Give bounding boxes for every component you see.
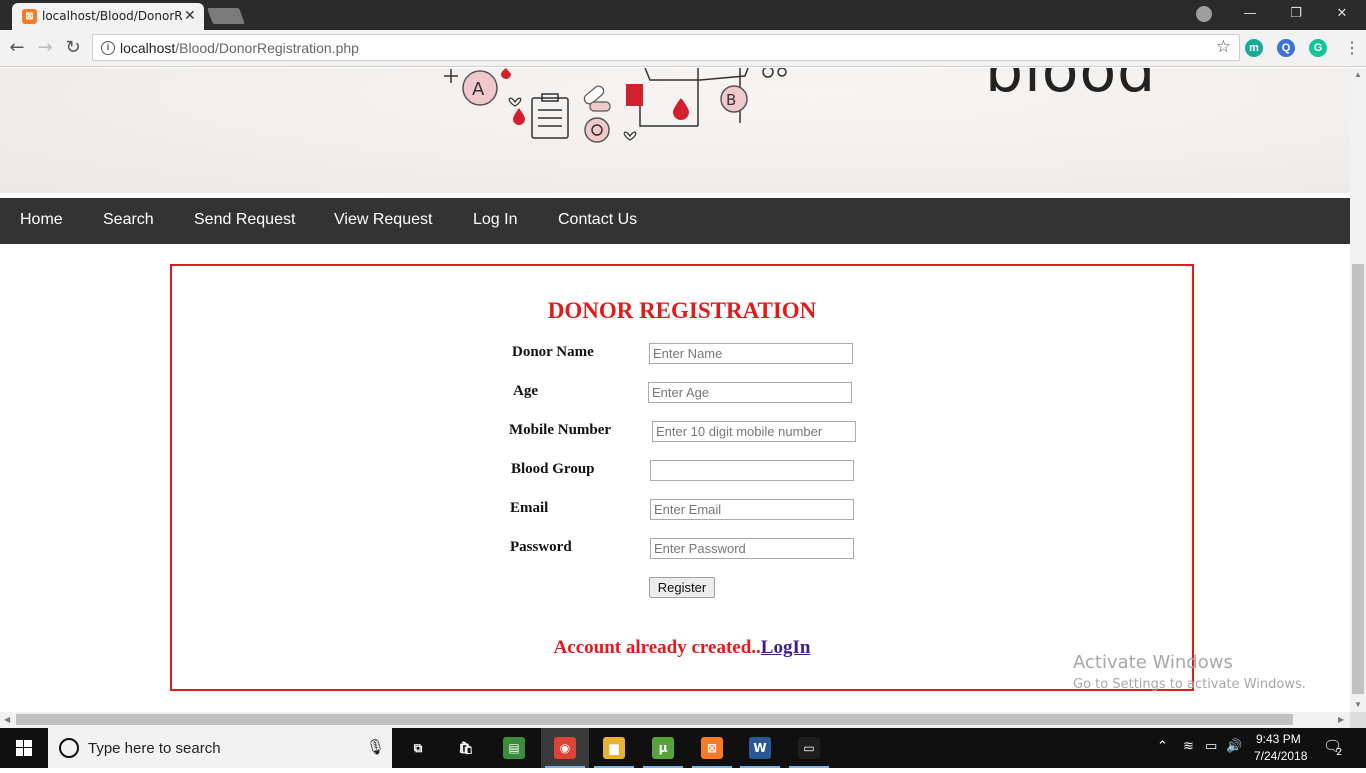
site-info-icon[interactable]: i <box>101 41 115 55</box>
utorrent-button[interactable]: µ <box>639 728 687 768</box>
blood-group-label: Blood Group <box>511 461 595 477</box>
scroll-left-arrow-icon[interactable]: ◀ <box>4 715 10 724</box>
donor-registration-form: DONOR REGISTRATION Donor Name Age Mobile… <box>170 264 1194 691</box>
taskbar-search-placeholder: Type here to search <box>88 740 221 757</box>
scroll-up-arrow-icon[interactable]: ▲ <box>1354 70 1362 79</box>
forward-arrow-icon[interactable]: → <box>34 37 56 59</box>
page-viewport: A B blood Home Search Send Request View … <box>0 68 1350 712</box>
grammarly-icon[interactable]: G <box>1309 39 1327 57</box>
nav-contact-us-link[interactable]: Contact Us <box>558 211 637 229</box>
horizontal-scrollbar[interactable]: ◀ ▶ <box>0 712 1350 728</box>
activate-windows-subtitle: Go to Settings to activate Windows. <box>1073 677 1306 692</box>
tab-close-icon[interactable]: ✕ <box>184 7 196 24</box>
mobile-number-label: Mobile Number <box>509 422 612 438</box>
new-tab-button[interactable] <box>207 8 245 24</box>
nav-login-link[interactable]: Log In <box>473 211 517 229</box>
mysql-button[interactable]: ▭ <box>785 728 833 768</box>
xampp-favicon-icon: ⊠ <box>22 9 37 24</box>
svg-text:B: B <box>726 91 736 109</box>
nav-send-request-link[interactable]: Send Request <box>194 211 295 229</box>
scrollbar-corner <box>1350 712 1366 728</box>
microphone-icon[interactable]: 🎙 <box>366 738 385 756</box>
clock-time[interactable]: 9:43 PM <box>1256 732 1301 746</box>
url-host: localhost <box>120 40 176 56</box>
nav-search-link[interactable]: Search <box>103 211 154 229</box>
password-label: Password <box>510 539 572 555</box>
address-bar[interactable]: i localhost/Blood/DonorRegistration.php … <box>92 34 1240 61</box>
form-title: DONOR REGISTRATION <box>547 298 817 323</box>
utorrent-icon: µ <box>652 737 674 759</box>
clock-date[interactable]: 7/24/2018 <box>1254 749 1307 763</box>
url-text: localhost/Blood/DonorRegistration.php <box>120 40 359 56</box>
close-window-button[interactable]: ✕ <box>1319 3 1365 25</box>
main-nav-bar: Home Search Send Request View Request Lo… <box>0 198 1350 244</box>
browser-tab-active[interactable]: ⊠ localhost/Blood/DonorRe ✕ <box>12 3 204 30</box>
file-explorer-button[interactable]: ▆ <box>590 728 638 768</box>
restore-button[interactable]: ❐ <box>1273 3 1319 25</box>
bookmark-star-icon[interactable]: ☆ <box>1216 37 1231 57</box>
tray-chevron-icon[interactable]: ⌃ <box>1157 739 1168 754</box>
nav-home-link[interactable]: Home <box>20 211 63 229</box>
login-link[interactable]: LogIn <box>761 637 811 658</box>
vertical-scrollbar[interactable]: ▲ ▼ <box>1350 68 1366 712</box>
windows-taskbar: Type here to search 🎙 ⧉ 🛍 ▤ ◉ ▆ µ ⊠ W ▭ … <box>0 728 1366 768</box>
network-icon[interactable]: ≋ <box>1183 739 1194 754</box>
reload-icon[interactable]: ↻ <box>62 37 84 59</box>
blood-group-input[interactable] <box>650 460 854 481</box>
cortana-icon <box>59 738 79 758</box>
back-arrow-icon[interactable]: ← <box>6 37 28 59</box>
windows-logo-icon <box>16 740 32 756</box>
vertical-scroll-thumb[interactable] <box>1352 264 1364 694</box>
volume-icon[interactable]: 🔊 <box>1226 739 1242 754</box>
chart-app-icon: ▤ <box>503 737 525 759</box>
donor-name-label: Donor Name <box>512 344 594 360</box>
horizontal-scroll-thumb[interactable] <box>16 714 1293 725</box>
chrome-menu-icon[interactable]: ⋮ <box>1344 38 1360 58</box>
mobile-number-input[interactable] <box>652 421 856 442</box>
xampp-button[interactable]: ⊠ <box>688 728 736 768</box>
age-input[interactable] <box>648 382 852 403</box>
notification-count: 2 <box>1336 747 1343 758</box>
browser-toolbar: ← → ↻ i localhost/Blood/DonorRegistratio… <box>0 30 1366 67</box>
store-button[interactable]: 🛍 <box>442 728 490 768</box>
activate-windows-title: Activate Windows <box>1073 652 1233 673</box>
tab-title: localhost/Blood/DonorRe <box>42 9 182 23</box>
account-created-label: Account already created.. <box>553 637 761 658</box>
email-input[interactable] <box>650 499 854 520</box>
password-input[interactable] <box>650 538 854 559</box>
file-explorer-icon: ▆ <box>603 737 625 759</box>
age-label: Age <box>513 383 538 399</box>
banner-logo-text: blood <box>985 68 1157 106</box>
donor-name-input[interactable] <box>649 343 853 364</box>
task-view-button[interactable]: ⧉ <box>394 728 442 768</box>
task-view-icon: ⧉ <box>407 737 429 759</box>
xampp-icon: ⊠ <box>701 737 723 759</box>
chrome-taskbar-button[interactable]: ◉ <box>541 728 589 768</box>
url-path: /Blood/DonorRegistration.php <box>175 40 359 56</box>
word-button[interactable]: W <box>736 728 784 768</box>
minimize-button[interactable]: — <box>1227 3 1273 25</box>
register-button[interactable]: Register <box>649 577 715 598</box>
word-icon: W <box>749 737 771 759</box>
m-extension-icon[interactable]: m <box>1245 39 1263 57</box>
mysql-icon: ▭ <box>798 737 820 759</box>
chart-app-button[interactable]: ▤ <box>490 728 538 768</box>
header-banner: A B blood <box>0 68 1350 193</box>
action-center-icon[interactable]: 🗨2 <box>1323 737 1348 758</box>
battery-icon[interactable]: ▭ <box>1205 739 1217 754</box>
profile-icon[interactable] <box>1196 6 1212 22</box>
email-label: Email <box>510 500 549 516</box>
scroll-right-arrow-icon[interactable]: ▶ <box>1338 715 1344 724</box>
chrome-icon: ◉ <box>554 737 576 759</box>
start-button[interactable] <box>0 728 48 768</box>
taskbar-search-box[interactable]: Type here to search 🎙 <box>48 728 392 768</box>
scroll-down-arrow-icon[interactable]: ▼ <box>1354 700 1362 709</box>
account-already-created-text: Account already created..LogIn <box>172 637 1192 659</box>
store-icon: 🛍 <box>455 737 477 759</box>
search-extension-icon[interactable]: Q <box>1277 39 1295 57</box>
browser-titlebar: ⊠ localhost/Blood/DonorRe ✕ — ❐ ✕ <box>0 0 1366 30</box>
nav-view-request-link[interactable]: View Request <box>334 211 432 229</box>
svg-text:A: A <box>472 79 485 100</box>
